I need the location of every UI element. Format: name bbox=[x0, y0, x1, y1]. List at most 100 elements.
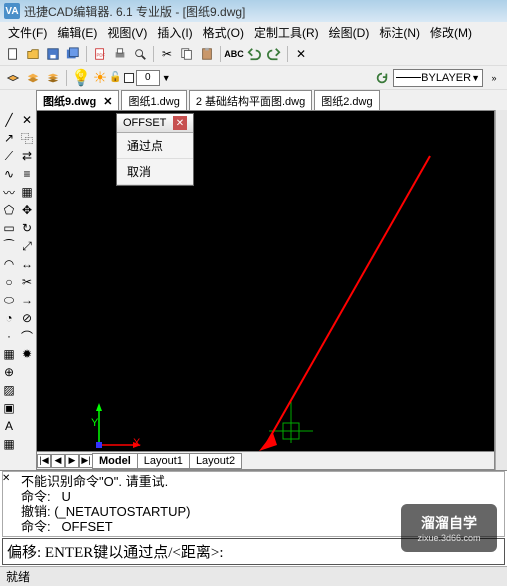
nav-first-icon[interactable]: |◀ bbox=[37, 454, 51, 468]
line-icon[interactable]: ╱ bbox=[1, 112, 17, 128]
menu-bar: 文件(F) 编辑(E) 视图(V) 插入(I) 格式(O) 定制工具(R) 绘图… bbox=[0, 22, 507, 42]
ellipse-icon[interactable]: ⬭ bbox=[1, 292, 17, 308]
redo-icon[interactable] bbox=[265, 45, 283, 63]
region-icon[interactable]: ▣ bbox=[1, 400, 17, 416]
svg-text:PDF: PDF bbox=[97, 52, 106, 57]
pline-icon[interactable]: ∿ bbox=[1, 166, 17, 182]
window-title: 迅捷CAD编辑器. 6.1 专业版 - [图纸9.dwg] bbox=[24, 3, 245, 20]
standard-toolbar: PDF ✂ ABC ✕ bbox=[0, 42, 507, 66]
spline-icon[interactable]: 〰 bbox=[1, 184, 17, 200]
cut-icon[interactable]: ✂ bbox=[158, 45, 176, 63]
point-icon[interactable]: · bbox=[1, 328, 17, 344]
undo-icon[interactable] bbox=[245, 45, 263, 63]
arc-icon[interactable]: ⁀ bbox=[1, 238, 17, 254]
modify-copy-icon[interactable]: ⿻ bbox=[19, 130, 35, 146]
nav-last-icon[interactable]: ▶| bbox=[79, 454, 93, 468]
osnap-icon[interactable]: ✕ bbox=[292, 45, 310, 63]
doc-tab-active[interactable]: 图纸9.dwg ✕ bbox=[36, 90, 119, 111]
document-tabs: 图纸9.dwg ✕ 图纸1.dwg 2 基础结构平面图.dwg 图纸2.dwg bbox=[0, 90, 507, 110]
work-area: ╱ ↗ ⟋ ∿ 〰 ⬠ ▭ ⁀ ◠ ○ ⬭ ◔ · ▦ ⊕ ▨ ▣ A ▦ bbox=[0, 110, 507, 470]
modify-extend-icon[interactable]: → bbox=[19, 292, 35, 308]
open-icon[interactable] bbox=[24, 45, 42, 63]
right-scrollbar[interactable] bbox=[495, 110, 507, 470]
lightbulb-icon[interactable]: 💡 bbox=[71, 68, 91, 88]
block-icon[interactable]: ▦ bbox=[1, 346, 17, 362]
polygon-icon[interactable]: ⬠ bbox=[1, 202, 17, 218]
menu-file[interactable]: 文件(F) bbox=[4, 22, 51, 43]
rect-icon[interactable]: ▭ bbox=[1, 220, 17, 236]
layout-tab-model[interactable]: Model bbox=[92, 453, 138, 469]
menu-dim[interactable]: 标注(N) bbox=[375, 22, 424, 43]
insert-icon[interactable]: ⊕ bbox=[1, 364, 17, 380]
new-icon[interactable] bbox=[4, 45, 22, 63]
doc-tab-2[interactable]: 2 基础结构平面图.dwg bbox=[189, 90, 312, 111]
modify-rotate-icon[interactable]: ↻ bbox=[19, 220, 35, 236]
layout-tab-1[interactable]: Layout1 bbox=[137, 453, 190, 469]
menu-custom-tools[interactable]: 定制工具(R) bbox=[250, 22, 323, 43]
save-icon[interactable] bbox=[44, 45, 62, 63]
modify-erase-icon[interactable]: ✕ bbox=[19, 112, 35, 128]
layout-tab-2[interactable]: Layout2 bbox=[189, 453, 242, 469]
modify-scale-icon[interactable]: ⤢ bbox=[19, 238, 35, 254]
more-icon[interactable]: » bbox=[485, 69, 503, 87]
color-swatch-icon[interactable] bbox=[124, 73, 134, 83]
drawing-canvas[interactable]: Y X bbox=[36, 110, 495, 470]
menu-view[interactable]: 视图(V) bbox=[103, 22, 151, 43]
print-preview-icon[interactable] bbox=[131, 45, 149, 63]
chevron-down-icon[interactable]: ▼ bbox=[162, 73, 171, 83]
doc-tab-3[interactable]: 图纸2.dwg bbox=[314, 90, 379, 111]
context-menu-title-bar: OFFSET ✕ bbox=[117, 114, 193, 133]
menu-modify[interactable]: 修改(M) bbox=[426, 22, 476, 43]
layer-state3-icon[interactable] bbox=[44, 69, 62, 87]
modify-array-icon[interactable]: ▦ bbox=[19, 184, 35, 200]
menu-insert[interactable]: 插入(I) bbox=[153, 22, 196, 43]
doc-tab-label: 图纸2.dwg bbox=[321, 96, 372, 108]
context-menu-through-point[interactable]: 通过点 bbox=[117, 133, 193, 159]
lock-icon[interactable]: 🔓 bbox=[109, 72, 121, 83]
close-icon[interactable]: ✕ bbox=[2, 473, 10, 484]
copy-icon[interactable] bbox=[178, 45, 196, 63]
modify-mirror-icon[interactable]: ⇄ bbox=[19, 148, 35, 164]
close-icon[interactable]: ✕ bbox=[173, 116, 187, 130]
menu-edit[interactable]: 编辑(E) bbox=[53, 22, 101, 43]
modify-trim-icon[interactable]: ✂ bbox=[19, 274, 35, 290]
xline-icon[interactable]: ↗ bbox=[1, 130, 17, 146]
layer-state2-icon[interactable] bbox=[24, 69, 42, 87]
context-menu-cancel[interactable]: 取消 bbox=[117, 159, 193, 185]
menu-draw[interactable]: 绘图(D) bbox=[325, 22, 374, 43]
nav-prev-icon[interactable]: ◀ bbox=[51, 454, 65, 468]
export-pdf-icon[interactable]: PDF bbox=[91, 45, 109, 63]
modify-break-icon[interactable]: ⊘ bbox=[19, 310, 35, 326]
separator bbox=[86, 46, 87, 62]
print-icon[interactable] bbox=[111, 45, 129, 63]
separator bbox=[220, 46, 221, 62]
spellcheck-icon[interactable]: ABC bbox=[225, 45, 243, 63]
linetype-label: BYLAYER bbox=[421, 72, 471, 84]
hatch-icon[interactable]: ▨ bbox=[1, 382, 17, 398]
freeze-icon[interactable]: ☀ bbox=[93, 68, 107, 88]
ray-icon[interactable]: ⟋ bbox=[1, 148, 17, 164]
doc-tab-1[interactable]: 图纸1.dwg bbox=[121, 90, 186, 111]
doc-tab-label: 图纸9.dwg bbox=[43, 96, 96, 108]
menu-format[interactable]: 格式(O) bbox=[199, 22, 248, 43]
nav-next-icon[interactable]: ▶ bbox=[65, 454, 79, 468]
refresh-icon[interactable] bbox=[373, 69, 391, 87]
modify-stretch-icon[interactable]: ↔ bbox=[19, 256, 35, 272]
modify-offset-icon[interactable]: ≡ bbox=[19, 166, 35, 182]
arc3-icon[interactable]: ◠ bbox=[1, 256, 17, 272]
ellipsearc-icon[interactable]: ◔ bbox=[1, 310, 17, 326]
watermark-url: zixue.3d66.com bbox=[417, 533, 480, 543]
layer-index-input[interactable] bbox=[136, 70, 160, 86]
table-icon[interactable]: ▦ bbox=[1, 436, 17, 452]
ucs-icon bbox=[93, 401, 143, 451]
modify-fillet-icon[interactable]: ⌒ bbox=[19, 328, 35, 344]
paste-icon[interactable] bbox=[198, 45, 216, 63]
circle-icon[interactable]: ○ bbox=[1, 274, 17, 290]
close-icon[interactable]: ✕ bbox=[103, 96, 112, 108]
text-icon[interactable]: A bbox=[1, 418, 17, 434]
modify-move-icon[interactable]: ✥ bbox=[19, 202, 35, 218]
saveall-icon[interactable] bbox=[64, 45, 82, 63]
layer-state1-icon[interactable] bbox=[4, 69, 22, 87]
linetype-select[interactable]: BYLAYER ▼ bbox=[393, 69, 483, 87]
modify-explode-icon[interactable]: ✹ bbox=[19, 346, 35, 362]
